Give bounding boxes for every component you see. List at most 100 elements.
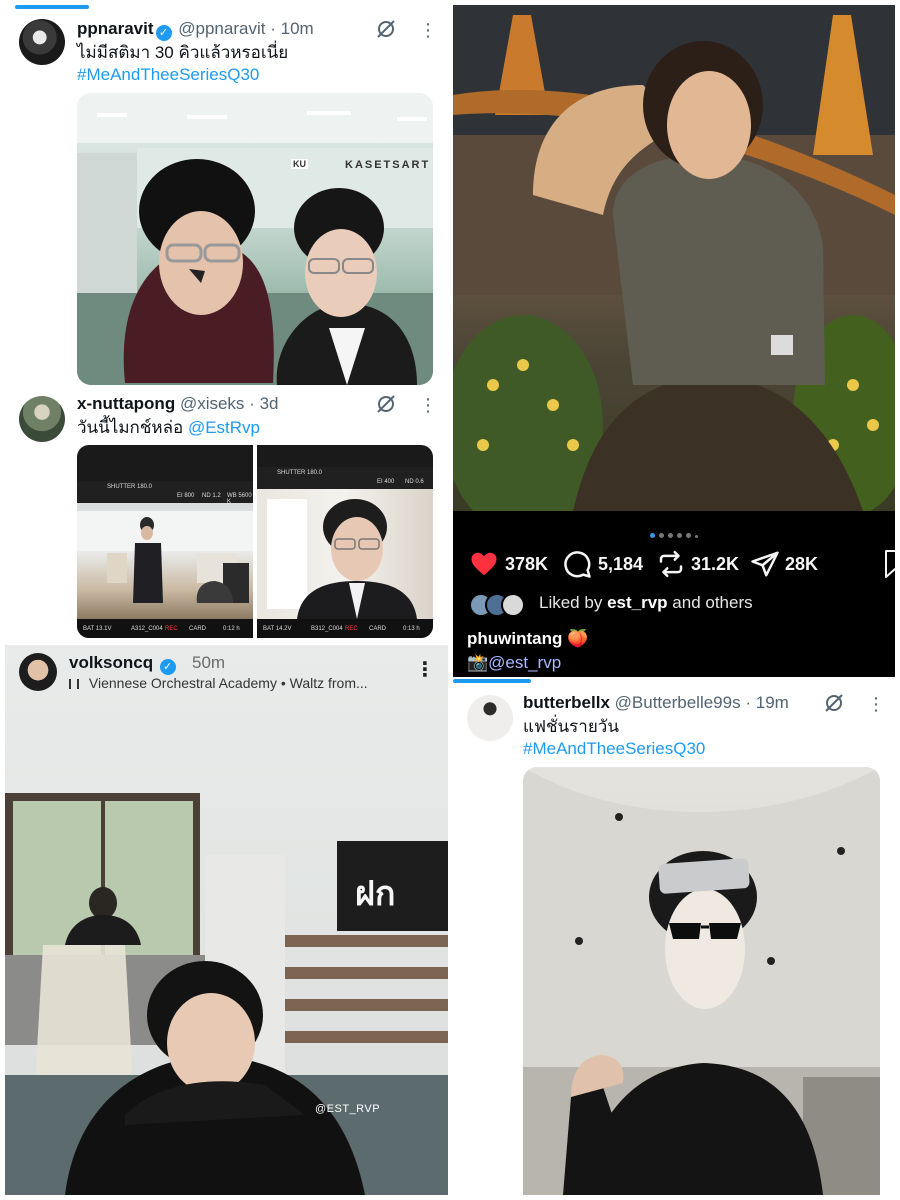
bookmark-icon[interactable]: [883, 549, 895, 579]
tweet-text-line: วันนี้ไมกช์หล่อ @EstRvp: [77, 417, 260, 439]
threads-post: ฝก volksoncq ✓ 50m Viennese Orchestral A…: [5, 645, 448, 1195]
avatar: [501, 593, 525, 617]
liked-by-avatars[interactable]: [469, 593, 531, 617]
display-name[interactable]: ppnaravit: [77, 19, 154, 38]
nd-readout: ND 1.2: [202, 493, 221, 499]
tweet-x-nuttapong: x-nuttapong @xiseks · 3d ⋮ วันนี้ไมกช์หล…: [5, 388, 448, 642]
photo-scene: [77, 93, 433, 385]
threads-header: volksoncq ✓ 50m: [69, 653, 225, 675]
photo-scene: [523, 767, 880, 1195]
ei-readout: EI 800: [177, 493, 195, 499]
carousel-indicator: [453, 525, 895, 543]
instagram-post: 378K 5,184 31.2K 28K Liked by est_rvp an…: [453, 5, 895, 677]
sign-kasetsart: KASETSART: [345, 159, 431, 171]
caption-username[interactable]: phuwintang: [467, 629, 562, 648]
timecode-readout: 0:13 h: [403, 626, 420, 632]
display-name[interactable]: x-nuttapong: [77, 394, 175, 413]
separator-dot: ·: [270, 19, 276, 38]
separator-dot: ·: [249, 394, 255, 413]
music-bars-icon: [69, 679, 79, 689]
shutter-readout: SHUTTER 180.0: [277, 470, 323, 476]
separator-dot: ·: [745, 693, 751, 712]
battery-readout: BAT 13.1V: [83, 626, 112, 632]
tweet-ppnaravit: ppnaravit ✓ @ppnaravit · 10m ⋮ ไม่มีสติมา…: [5, 5, 448, 388]
heart-icon[interactable]: [469, 549, 499, 579]
tweet-text: วันนี้ไมกช์หล่อ: [77, 418, 184, 437]
svg-text:ฝก: ฝก: [355, 875, 396, 913]
clip-readout: A312_C004: [131, 626, 163, 632]
battery-readout: BAT 14.2V: [263, 626, 292, 632]
tweet-photo[interactable]: [523, 767, 880, 1195]
peach-emoji: 🍑: [567, 629, 589, 648]
tweet-photo-1[interactable]: SHUTTER 180.0 EI 800 ND 1.2 WB 5600 K BA…: [77, 445, 253, 638]
comment-icon[interactable]: [562, 549, 592, 579]
sign-ku: KU: [291, 159, 308, 169]
timestamp[interactable]: 19m: [756, 693, 789, 712]
shares-count[interactable]: 28K: [785, 549, 818, 579]
timestamp[interactable]: 3d: [260, 394, 279, 413]
more-options-icon[interactable]: ⋮: [419, 396, 437, 414]
monitor-bottom-bar: BAT 13.1V A312_C004 REC CARD 0:12 h: [77, 619, 253, 638]
timestamp[interactable]: 50m: [192, 653, 225, 672]
grok-icon[interactable]: [823, 692, 845, 714]
ei-readout: EI 400: [377, 479, 395, 485]
clip-readout: B312_C004: [311, 626, 343, 632]
liked-by-user[interactable]: est_rvp: [607, 593, 667, 612]
timestamp[interactable]: 10m: [281, 19, 314, 38]
nd-readout: ND 0.6: [405, 479, 424, 485]
mention-link[interactable]: @EstRvp: [188, 418, 260, 437]
avatar[interactable]: [467, 695, 513, 741]
reposts-count[interactable]: 31.2K: [691, 549, 739, 579]
tab-indicator: [453, 679, 531, 683]
music-track: Viennese Orchestral Academy • Waltz from…: [88, 675, 368, 691]
user-handle[interactable]: @Butterbelle99s: [615, 693, 741, 712]
rec-indicator: REC: [165, 626, 178, 632]
tweet-photo[interactable]: KU KASETSART: [77, 93, 433, 385]
mention-link[interactable]: @est_rvp: [488, 653, 561, 672]
comments-count[interactable]: 5,184: [598, 549, 643, 579]
tweet-photo-2[interactable]: SHUTTER 180.0 EI 400 ND 0.6 BAT 14.2V B3…: [257, 445, 433, 638]
photo-watermark: @EST_RVP: [315, 1103, 381, 1115]
photo-scene[interactable]: ฝก: [5, 645, 448, 1195]
more-options-icon[interactable]: ⋮: [415, 657, 435, 682]
shutter-readout: SHUTTER 180.0: [107, 484, 153, 490]
more-options-icon[interactable]: ⋮: [419, 21, 437, 39]
caption-tag: 📸@est_rvp: [467, 653, 561, 673]
tab-indicator: [15, 5, 89, 9]
monitor-image: [77, 503, 253, 619]
caption: phuwintang 🍑: [467, 629, 588, 649]
liked-by-prefix: Liked by: [539, 593, 603, 612]
tweet-butterbellx: butterbellx @Butterbelle99s · 19m ⋮ แฟชั…: [453, 679, 895, 1195]
grok-icon[interactable]: [375, 393, 397, 415]
action-bar: 378K 5,184 31.2K 28K: [453, 543, 895, 587]
monitor-top-bar: SHUTTER 180.0 EI 400 ND 0.6: [257, 467, 433, 489]
monitor-top-bar: SHUTTER 180.0 EI 800 ND 1.2 WB 5600 K: [77, 481, 253, 505]
rec-indicator: REC: [345, 626, 358, 632]
card-readout: CARD: [189, 626, 207, 632]
user-handle[interactable]: @xiseks: [180, 394, 245, 413]
photo-scene: [453, 5, 895, 535]
tweet-header: x-nuttapong @xiseks · 3d: [77, 393, 279, 415]
hashtag-link[interactable]: #MeAndTheeSeriesQ30: [77, 64, 259, 86]
user-handle[interactable]: @ppnaravit: [178, 19, 265, 38]
likes-count[interactable]: 378K: [505, 549, 548, 579]
share-icon[interactable]: [750, 549, 780, 579]
office-scene: [77, 511, 253, 603]
more-options-icon[interactable]: ⋮: [867, 695, 885, 713]
display-name[interactable]: volksoncq: [69, 653, 153, 672]
avatar[interactable]: [19, 396, 65, 442]
instagram-photo[interactable]: [453, 5, 895, 535]
avatar[interactable]: [19, 19, 65, 65]
grok-icon[interactable]: [375, 18, 397, 40]
tweet-text: ไม่มีสติมา 30 คิวแล้วหรอเนี่ย: [77, 43, 289, 62]
hashtag-link[interactable]: #MeAndTheeSeriesQ30: [523, 738, 705, 760]
liked-by-suffix: and others: [672, 593, 753, 612]
music-line[interactable]: Viennese Orchestral Academy • Waltz from…: [69, 675, 368, 691]
avatar[interactable]: [19, 653, 57, 691]
verified-badge-icon: ✓: [155, 25, 172, 41]
display-name[interactable]: butterbellx: [523, 693, 610, 712]
tweet-header: butterbellx @Butterbelle99s · 19m: [523, 692, 789, 714]
verified-badge-icon: ✓: [159, 659, 176, 675]
liked-by-text[interactable]: Liked by est_rvp and others: [539, 593, 753, 613]
repost-icon[interactable]: [656, 549, 686, 579]
